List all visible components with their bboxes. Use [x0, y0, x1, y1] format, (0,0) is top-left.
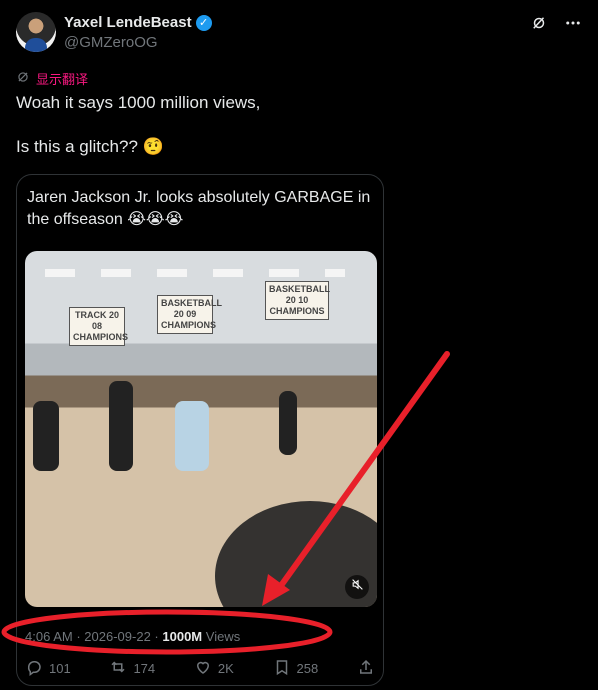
action-bar: 101 174 2K 258: [25, 658, 375, 679]
top-actions: [530, 14, 582, 32]
repost-icon: [109, 658, 127, 679]
quote-tweet-card[interactable]: Jaren Jackson Jr. looks absolutely GARBA…: [16, 174, 384, 686]
tweet-header: Yaxel LendeBeast ✓ @GMZeroOG: [16, 12, 582, 56]
tweet-date[interactable]: 2026-09-22: [84, 629, 151, 644]
reply-icon: [25, 658, 43, 679]
display-name[interactable]: Yaxel LendeBeast: [64, 14, 192, 31]
translate-link[interactable]: 显示翻译: [16, 69, 88, 88]
like-count: 2K: [217, 661, 234, 676]
verified-badge-icon: ✓: [195, 14, 212, 31]
reply-count: 101: [49, 661, 71, 676]
tweet-text-line-1: Woah it says 1000 million views,: [16, 93, 261, 112]
meta-separator: ·: [76, 629, 81, 644]
quote-text: Jaren Jackson Jr. looks absolutely GARBA…: [27, 189, 371, 228]
repost-count: 174: [133, 661, 156, 676]
views-label: Views: [205, 629, 241, 644]
reply-button[interactable]: 101: [25, 658, 71, 679]
share-icon: [357, 658, 375, 679]
grok-icon[interactable]: [530, 14, 548, 32]
name-row: Yaxel LendeBeast ✓: [64, 14, 212, 31]
tweet-text-line-2: Is this a glitch?? 🤨: [16, 137, 164, 156]
player-1: [33, 401, 59, 471]
views-count: 1000M: [162, 629, 203, 644]
like-icon: [194, 658, 212, 679]
player-3: [175, 401, 209, 471]
bookmark-button[interactable]: 258: [273, 658, 319, 679]
meta-separator: ·: [154, 629, 159, 644]
translate-icon: [16, 70, 30, 87]
banner-basketball-2010: BASKETBALL 20 10 CHAMPIONS: [265, 281, 330, 320]
like-button[interactable]: 2K: [194, 658, 234, 679]
video-media[interactable]: TRACK 20 08 CHAMPIONS BASKETBALL 20 09 C…: [25, 251, 377, 607]
tweet-meta: 4:06 AM · 2026-09-22 · 1000M Views: [25, 629, 240, 644]
mute-icon: [351, 578, 364, 596]
banner-track: TRACK 20 08 CHAMPIONS: [69, 307, 128, 346]
more-icon[interactable]: [564, 14, 582, 32]
avatar[interactable]: [16, 12, 56, 52]
tweet-time[interactable]: 4:06 AM: [25, 629, 73, 644]
banner-basketball-2009: BASKETBALL 20 09 CHAMPIONS: [157, 295, 222, 334]
translate-label: 显示翻译: [36, 72, 89, 87]
mute-button[interactable]: [345, 575, 369, 599]
player-2: [109, 381, 133, 471]
bookmark-count: 258: [296, 661, 319, 676]
bookmark-icon: [273, 658, 291, 679]
ceiling-lights: [45, 269, 345, 277]
repost-button[interactable]: 174: [109, 658, 155, 679]
player-4: [279, 391, 297, 455]
tweet-text: Woah it says 1000 million views, Is this…: [16, 92, 576, 180]
share-button[interactable]: [357, 658, 375, 679]
handle[interactable]: @GMZeroOG: [64, 34, 158, 51]
